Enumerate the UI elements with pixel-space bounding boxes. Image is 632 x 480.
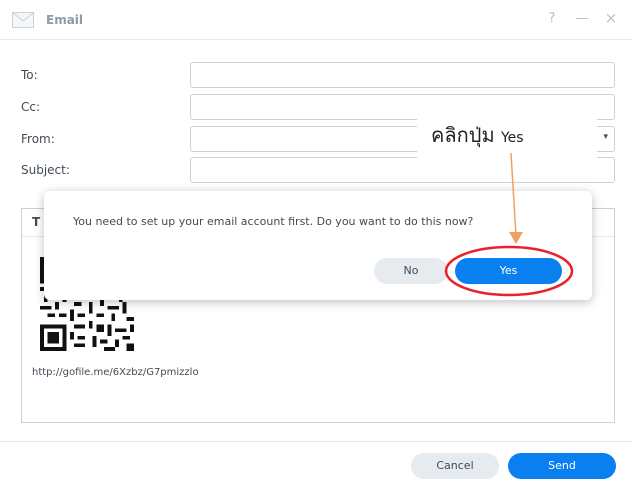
subject-field[interactable] — [190, 157, 615, 183]
annotation-yes-text: Yes — [500, 130, 524, 146]
footer-divider — [0, 441, 632, 442]
to-field[interactable] — [190, 62, 615, 88]
cancel-button[interactable]: Cancel — [411, 453, 499, 479]
annotation-text: คลิกปุ่ม Yes — [431, 119, 524, 151]
share-link[interactable]: http://gofile.me/6Xzbz/G7pmizzlo — [32, 367, 199, 378]
help-icon[interactable]: ? — [545, 11, 559, 26]
text-format-icon[interactable]: T — [32, 215, 40, 229]
title-bar: Email ? — × — [0, 0, 632, 40]
envelope-icon — [12, 12, 34, 28]
email-window: Email ? — × To: Cc: From: ▾ Subject: T h… — [0, 0, 632, 480]
subject-label: Subject: — [21, 163, 70, 177]
dialog-message: You need to set up your email account fi… — [73, 215, 474, 228]
cc-label: Cc: — [21, 100, 41, 114]
confirm-dialog: You need to set up your email account fi… — [44, 191, 592, 300]
send-button[interactable]: Send — [508, 453, 616, 479]
from-label: From: — [21, 132, 55, 146]
no-button[interactable]: No — [374, 258, 448, 284]
annotation-thai-text: คลิกปุ่ม — [431, 123, 495, 147]
to-label: To: — [21, 68, 38, 82]
minimize-icon[interactable]: — — [575, 11, 589, 26]
chevron-down-icon: ▾ — [603, 132, 608, 142]
yes-button[interactable]: Yes — [455, 258, 562, 284]
window-title: Email — [46, 13, 84, 27]
close-icon[interactable]: × — [604, 9, 618, 27]
